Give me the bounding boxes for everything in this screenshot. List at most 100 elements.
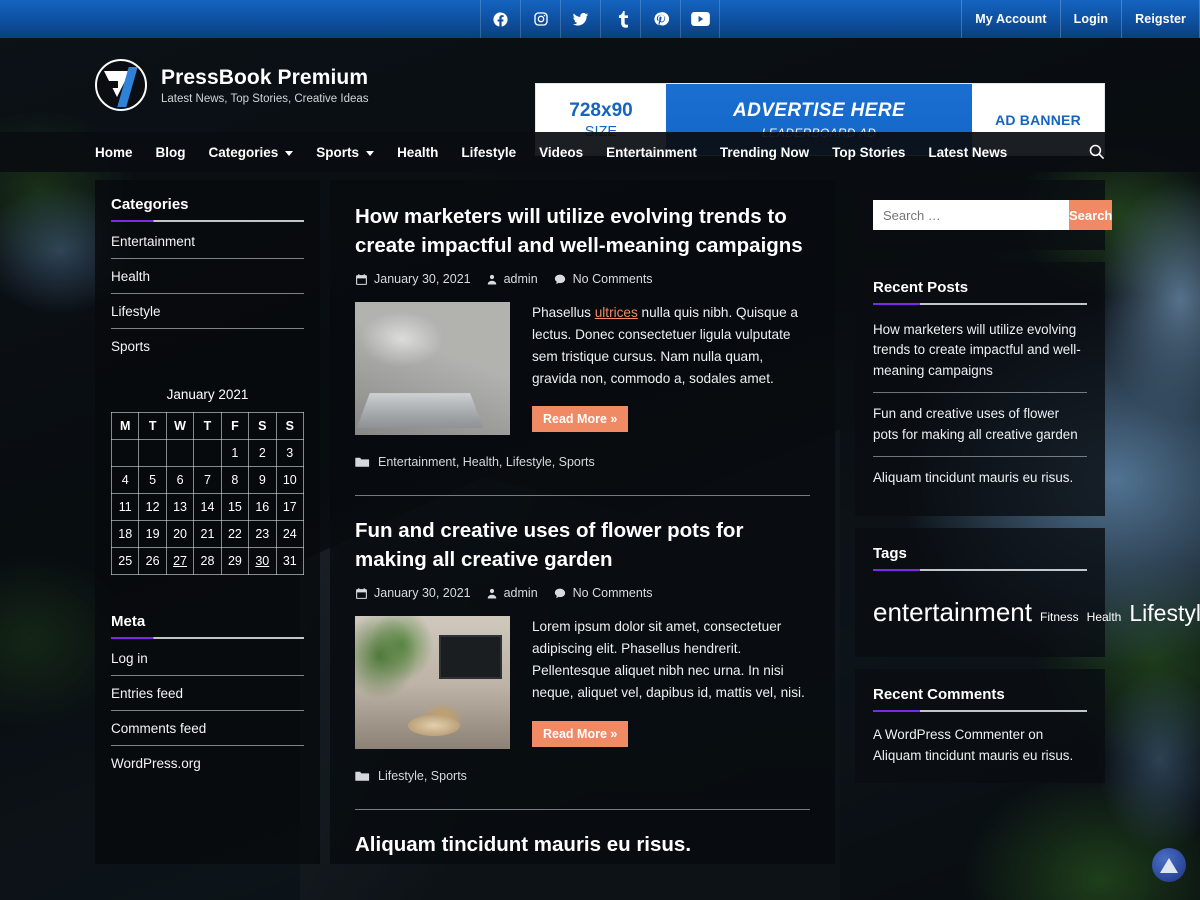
post-comments[interactable]: No Comments [553,272,653,286]
calendar-day-3: 3 [275,439,305,467]
post-title[interactable]: Aliquam tincidunt mauris eu risus. [355,830,810,859]
category-item-entertainment[interactable]: Entertainment [111,224,304,259]
post-comments[interactable]: No Comments [553,586,653,600]
nav-item-top-stories[interactable]: Top Stories [832,145,905,160]
nav-label: Entertainment [606,144,697,160]
calendar-day-12: 12 [138,493,167,521]
triangle-icon [1160,857,1178,873]
post-author[interactable]: admin [486,586,538,600]
weekday-w: W [165,412,195,440]
folder-icon [355,772,370,782]
instagram-icon[interactable] [520,0,560,38]
nav-item-health[interactable]: Health [397,145,438,160]
nav-item-videos[interactable]: Videos [539,145,583,160]
tag-link[interactable]: Health [1087,610,1122,624]
recent-post-item[interactable]: How marketers will utilize evolving tren… [873,309,1087,394]
meta-item-entries-feed[interactable]: Entries feed [111,676,304,711]
calendar-day-5: 5 [138,466,167,494]
category-item-sports[interactable]: Sports [111,329,304,363]
excerpt-after: Lorem ipsum dolor sit amet, consectetuer… [532,619,805,701]
login-link[interactable]: Login [1059,0,1122,38]
meta-item-login[interactable]: Log in [111,641,304,676]
nav-label: Categories [208,144,279,160]
nav-item-lifestyle[interactable]: Lifestyle [461,145,516,160]
site-title[interactable]: PressBook Premium [161,65,369,90]
post-date[interactable]: January 30, 2021 [355,272,471,286]
calendar-header-row: M T W T F S S [110,412,305,440]
twitter-icon[interactable] [560,0,600,38]
post-thumbnail[interactable] [355,616,510,750]
tag-link[interactable]: Lifestyle [1129,600,1200,626]
category-item-health[interactable]: Health [111,259,304,294]
widget-title-meta: Meta [111,613,304,639]
post-categories-text[interactable]: Entertainment, Health, Lifestyle, Sports [378,455,595,469]
widget-tags: Tags entertainment Fitness Health Lifestyle… [855,528,1200,657]
nav-item-home[interactable]: Home [95,145,133,160]
search-button[interactable]: Search [1069,200,1113,230]
pinterest-icon[interactable] [640,0,680,38]
nav-item-categories[interactable]: Categories [209,145,294,160]
calendar-day-14: 14 [193,493,222,521]
calendar-day-15: 15 [220,493,250,521]
read-more-button[interactable]: Read More » [532,720,629,747]
calendar-day-link[interactable]: 30 [255,554,269,568]
calendar-day-20: 20 [165,520,195,548]
calendar-day-27[interactable]: 27 [165,547,195,575]
post-meta: January 30, 2021 admin No Comments [355,272,810,286]
excerpt-inline-link[interactable]: ultrices [595,305,638,320]
recent-post-item[interactable]: Aliquam tincidunt mauris eu risus. [873,457,1087,499]
calendar-day-11: 11 [110,493,140,521]
nav-item-trending-now[interactable]: Trending Now [720,145,809,160]
facebook-icon[interactable] [480,0,520,38]
calendar-table: M T W T F S S 1 2 3 4 5 6 7 8 9 10 11 12 13 14 15 16 17 1… [110,412,305,575]
category-item-lifestyle[interactable]: Lifestyle [111,294,304,329]
widget-title-recent-posts: Recent Posts [873,279,1087,305]
calendar-day-22: 22 [220,520,250,548]
search-input[interactable] [873,200,1069,230]
tag-link[interactable]: entertainment [873,597,1032,627]
top-bar: My Account Login Reigster [0,0,1200,38]
post-date[interactable]: January 30, 2021 [355,586,471,600]
calendar-day-empty [193,439,222,467]
widget-recent-comments: Recent Comments A WordPress Commenter on… [855,668,1105,784]
register-link[interactable]: Reigster [1121,0,1200,38]
left-sidebar: Categories Entertainment Health Lifestyl… [95,180,320,864]
calendar-day-2: 2 [248,439,277,467]
nav-item-sports[interactable]: Sports [316,145,375,160]
nav-item-latest-news[interactable]: Latest News [928,145,1007,160]
recent-post-item[interactable]: Fun and creative uses of flower pots for… [873,393,1087,457]
comment-post-link[interactable]: Aliquam tincidunt mauris eu risus. [873,748,1073,763]
nav-item-blog[interactable]: Blog [156,145,186,160]
my-account-link[interactable]: My Account [961,0,1059,38]
weekday-m: M [110,412,140,440]
tag-link[interactable]: Fitness [1040,610,1079,624]
nav-item-entertainment[interactable]: Entertainment [606,145,697,160]
widget-search: Search [855,180,1113,250]
search-icon[interactable] [1088,143,1105,165]
post-thumbnail[interactable] [355,302,510,436]
nav-label: Lifestyle [461,144,517,160]
main-content: How marketers will utilize evolving tren… [330,180,835,864]
calendar-day-link[interactable]: 27 [173,554,187,568]
calendar-day-29: 29 [220,547,250,575]
meta-item-comments-feed[interactable]: Comments feed [111,711,304,746]
calendar-day-30[interactable]: 30 [248,547,277,575]
site-branding[interactable]: PressBook Premium Latest News, Top Stori… [95,59,369,111]
post-author-text: admin [503,272,538,287]
post-title[interactable]: Fun and creative uses of flower pots for… [355,516,810,574]
post-categories-text[interactable]: Lifestyle, Sports [378,769,467,783]
tumblr-icon[interactable] [600,0,640,38]
post-title[interactable]: How marketers will utilize evolving tren… [355,202,810,260]
meta-item-wordpress-org[interactable]: WordPress.org [111,746,304,780]
post-comments-text: No Comments [572,586,653,601]
post-author[interactable]: admin [486,272,538,286]
scroll-top-badge[interactable] [1152,848,1186,882]
read-more-button[interactable]: Read More » [532,406,629,433]
main-navigation: Home Blog Categories Sports Health Lifes… [0,132,1200,172]
calendar-caption: January 2021 [166,387,249,402]
comment-author-link[interactable]: A WordPress Commenter [873,727,1025,742]
widget-title-tags: Tags [873,545,1087,572]
youtube-icon[interactable] [680,0,720,38]
widget-title-categories: Categories [111,196,304,222]
chevron-down-icon [366,150,375,156]
